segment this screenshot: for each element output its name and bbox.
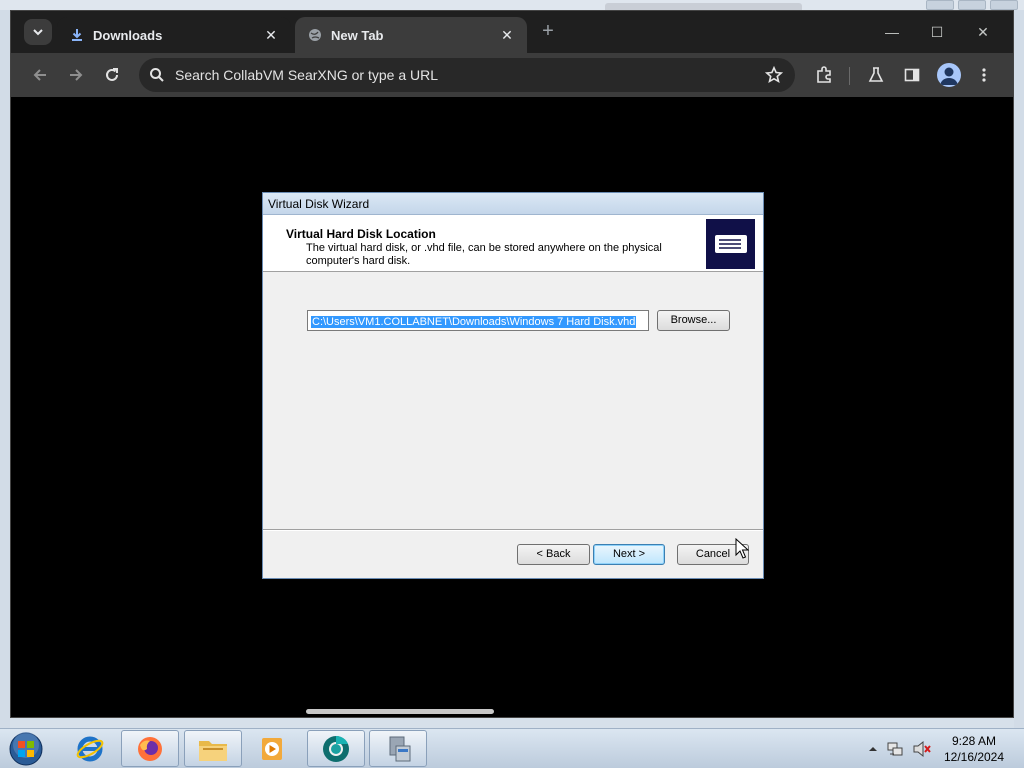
windows-taskbar: 9:28 AM 12/16/2024 — [0, 728, 1024, 768]
browse-button[interactable]: Browse... — [657, 310, 730, 331]
wizard-description: The virtual hard disk, or .vhd file, can… — [306, 242, 662, 267]
forward-icon[interactable] — [63, 62, 89, 88]
chrome-browser-icon[interactable] — [307, 730, 365, 767]
browser-window: Downloads ✕ New Tab ✕ + — ☐ ✕ Search Col… — [10, 10, 1014, 718]
globe-icon — [307, 27, 323, 43]
reload-icon[interactable] — [99, 62, 125, 88]
volume-muted-icon[interactable] — [912, 740, 932, 758]
download-icon — [69, 27, 85, 43]
browser-toolbar: Search CollabVM SearXNG or type a URL — [11, 53, 1013, 97]
side-panel-icon[interactable] — [899, 62, 925, 88]
labs-flask-icon[interactable] — [863, 62, 889, 88]
vhd-path-input[interactable]: C:\Users\VM1.COLLABNET\Downloads\Windows… — [307, 310, 649, 331]
desktop-edge-left — [0, 10, 10, 728]
windows-start-orb-icon[interactable] — [6, 730, 46, 768]
address-bar-text: Search CollabVM SearXNG or type a URL — [175, 67, 438, 83]
menu-icon[interactable] — [971, 62, 997, 88]
clock-date: 12/16/2024 — [943, 750, 1005, 764]
horizontal-scrollbar[interactable] — [306, 709, 494, 714]
clock-time: 9:28 AM — [951, 734, 997, 748]
bookmark-star-icon[interactable] — [761, 62, 787, 88]
hard-disk-icon — [706, 219, 755, 269]
profile-icon[interactable] — [937, 63, 961, 87]
system-tray — [868, 737, 932, 761]
tab-title: Downloads — [93, 27, 163, 43]
extensions-icon[interactable] — [811, 62, 837, 88]
background-window-controls — [926, 0, 1018, 10]
wizard-header: Virtual Hard Disk Location The virtual h… — [263, 215, 763, 272]
dialog-title: Virtual Disk Wizard — [263, 193, 763, 215]
tab-new-tab[interactable]: New Tab ✕ — [295, 17, 527, 53]
address-bar[interactable]: Search CollabVM SearXNG or type a URL — [139, 58, 795, 92]
back-button[interactable]: < Back — [517, 544, 590, 565]
search-icon — [150, 68, 164, 82]
firefox-icon[interactable] — [121, 730, 179, 767]
desktop-edge-right — [1014, 10, 1024, 728]
virtual-disk-wizard-dialog: Virtual Disk Wizard Virtual Hard Disk Lo… — [262, 192, 764, 579]
close-window-icon[interactable]: ✕ — [970, 19, 996, 45]
virtual-pc-icon[interactable] — [369, 730, 427, 767]
mouse-pointer-icon — [735, 538, 749, 559]
tab-title: New Tab — [331, 27, 384, 43]
tray-expand-icon[interactable] — [868, 744, 878, 754]
close-icon[interactable]: ✕ — [499, 27, 515, 43]
chevron-down-icon — [33, 29, 43, 36]
vhd-path-value: C:\Users\VM1.COLLABNET\Downloads\Windows… — [311, 316, 637, 328]
file-explorer-icon[interactable] — [184, 730, 242, 767]
taskbar-clock[interactable]: 9:28 AM 12/16/2024 — [934, 733, 1014, 765]
new-tab-button[interactable]: + — [537, 21, 559, 43]
tab-strip: Downloads ✕ New Tab ✕ + — ☐ ✕ — [11, 11, 1013, 53]
media-player-icon[interactable] — [243, 730, 301, 767]
tab-downloads[interactable]: Downloads ✕ — [57, 17, 291, 53]
tab-search-button[interactable] — [24, 19, 52, 45]
toolbar-divider — [849, 67, 850, 85]
next-button[interactable]: Next > — [593, 544, 665, 565]
maximize-icon[interactable]: ☐ — [924, 19, 950, 45]
back-icon[interactable] — [27, 62, 53, 88]
internet-explorer-icon[interactable] — [61, 730, 119, 767]
wizard-heading: Virtual Hard Disk Location — [286, 227, 436, 241]
desktop-background — [0, 0, 1024, 10]
network-icon[interactable] — [886, 740, 904, 758]
minimize-icon[interactable]: — — [879, 19, 905, 45]
close-icon[interactable]: ✕ — [263, 27, 279, 43]
page-viewport[interactable]: Virtual Disk Wizard Virtual Hard Disk Lo… — [11, 97, 1013, 717]
dialog-divider — [263, 529, 763, 531]
